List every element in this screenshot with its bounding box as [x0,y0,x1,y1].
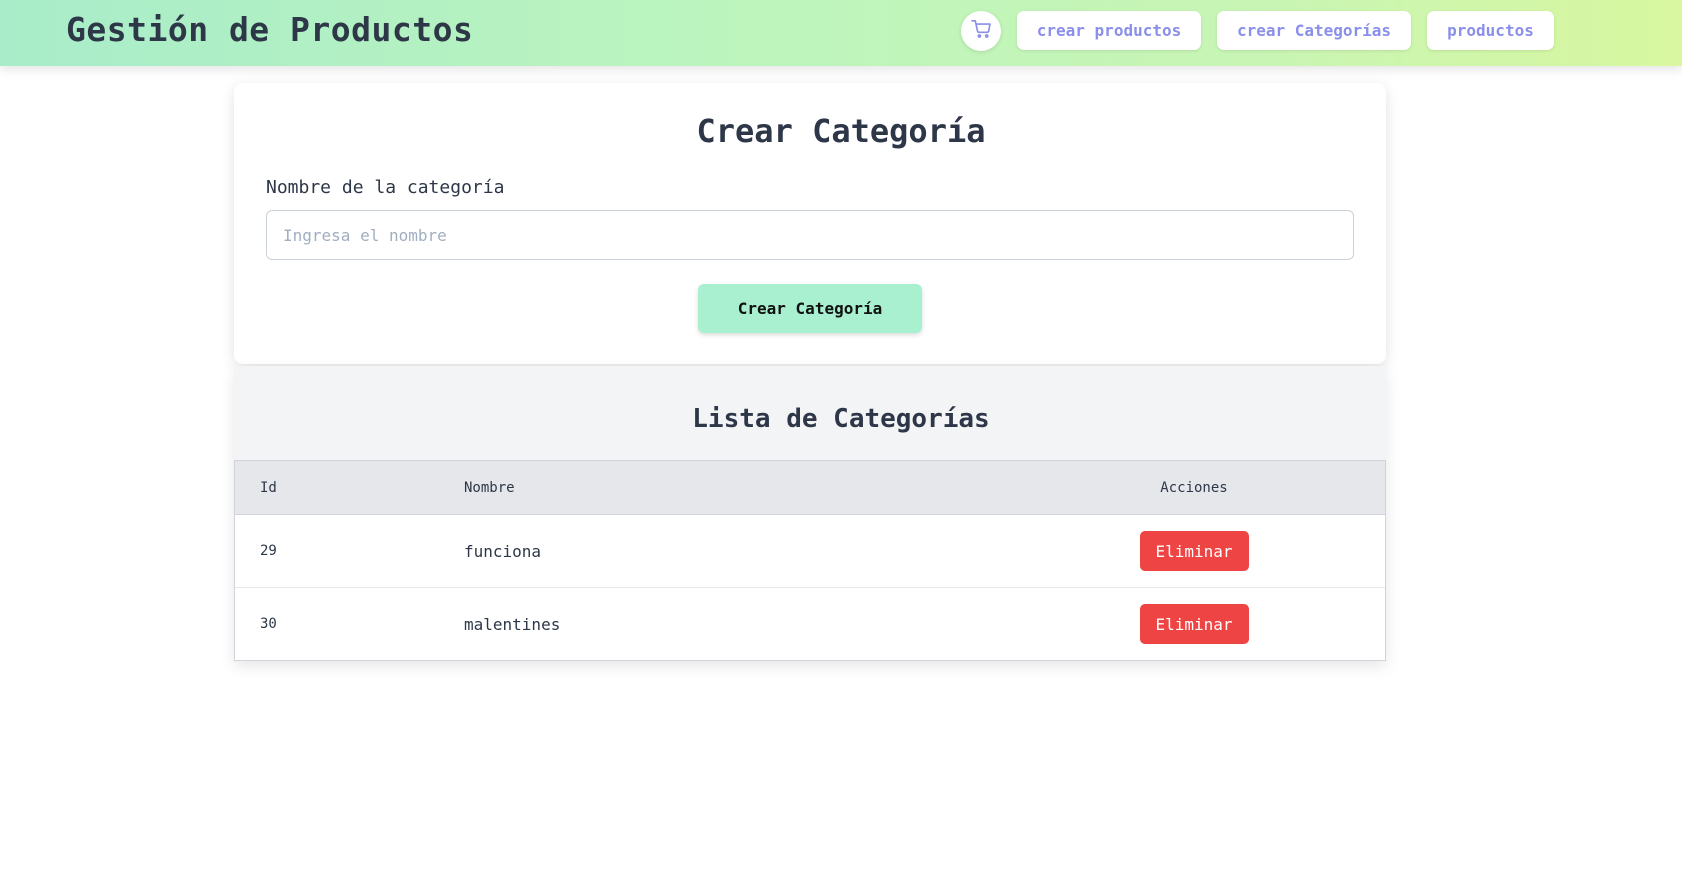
category-name-label: Nombre de la categoría [266,177,505,198]
cart-icon [971,20,991,42]
nav-crear-categorias[interactable]: crear Categorías [1217,11,1411,50]
table-header: Id Nombre Acciones [235,461,1385,515]
delete-button[interactable]: Eliminar [1139,531,1249,571]
row-actions: Eliminar [1055,588,1333,660]
nav-crear-productos[interactable]: crear productos [1017,11,1201,50]
row-actions: Eliminar [1055,515,1333,587]
list-title: Lista de Categorías [692,404,990,434]
table-row: 29 funciona Eliminar [235,515,1385,587]
row-name: malentines [464,614,561,634]
table-row: 30 malentines Eliminar [235,587,1385,660]
row-id: 29 [260,543,277,559]
create-category-button[interactable]: Crear Categoría [698,284,922,333]
delete-button[interactable]: Eliminar [1139,604,1249,644]
categories-table: Id Nombre Acciones 29 funciona Eliminar … [234,460,1386,661]
column-header-id: Id [260,479,277,496]
app-title: Gestión de Productos [66,10,474,49]
nav-productos[interactable]: productos [1427,11,1554,50]
column-header-name: Nombre [464,479,515,496]
category-name-input[interactable] [266,210,1354,260]
top-header: Gestión de Productos crear productos cre… [0,0,1682,66]
form-title: Crear Categoría [696,112,986,150]
row-id: 30 [260,616,277,632]
cart-button[interactable] [961,11,1001,51]
row-name: funciona [464,541,542,561]
column-header-actions: Acciones [1160,479,1228,496]
